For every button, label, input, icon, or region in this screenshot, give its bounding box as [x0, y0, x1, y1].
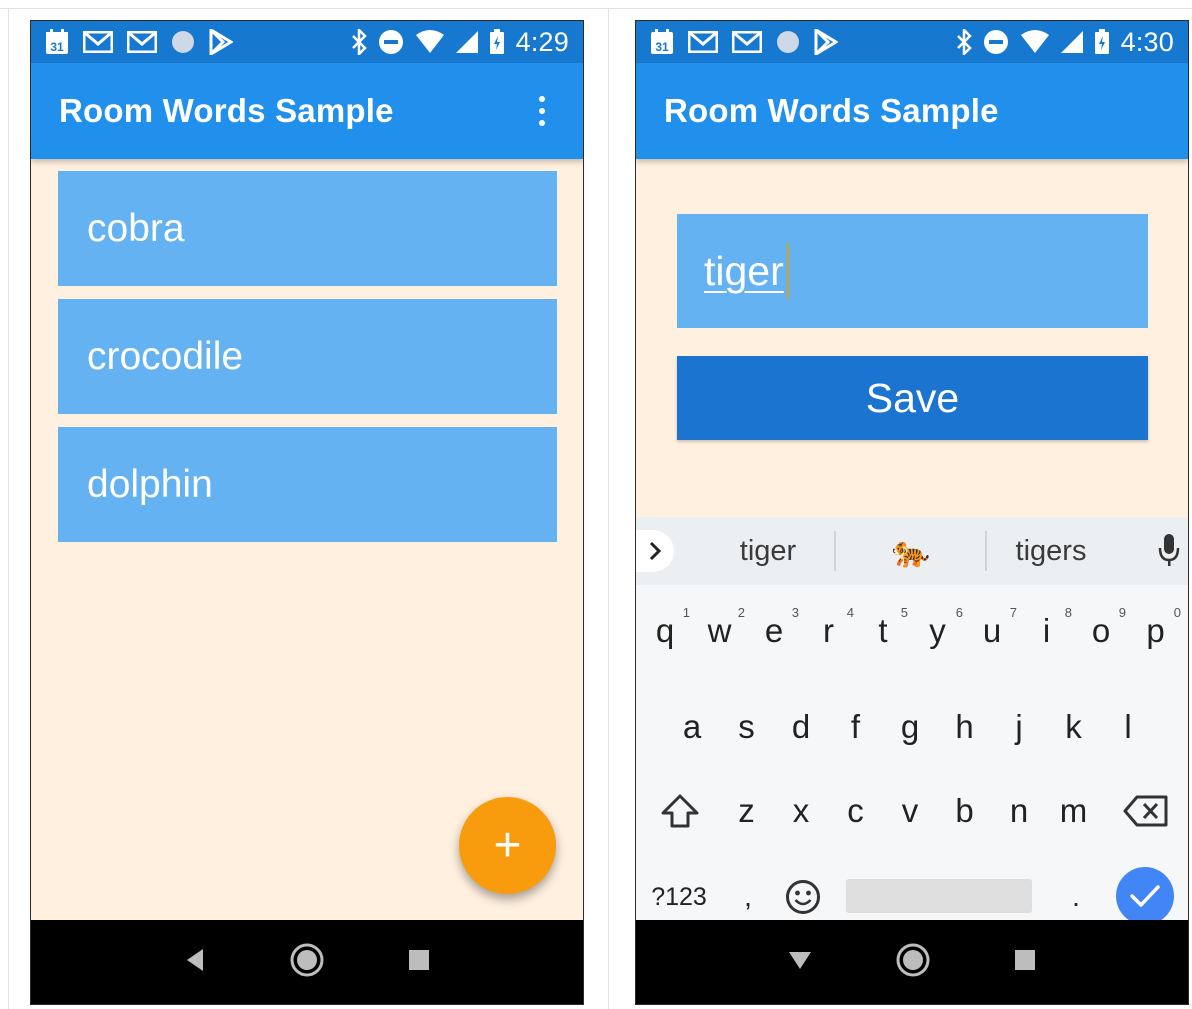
- battery-icon: [489, 29, 505, 55]
- app-bar: Room Words Sample: [31, 63, 583, 159]
- list-item[interactable]: cobra: [58, 171, 557, 286]
- key-l[interactable]: l: [1101, 697, 1155, 757]
- frame-divider-left: [8, 8, 9, 1009]
- status-time: 4:29: [515, 26, 569, 57]
- calendar-icon: 31: [45, 29, 69, 55]
- phone-screen-word-list: 31 4:29 Room Words Sample cobra crocodil…: [30, 20, 584, 1005]
- play-store-icon: [209, 29, 233, 55]
- key-e[interactable]: e3: [747, 601, 801, 661]
- key-t[interactable]: t5: [856, 601, 910, 661]
- svg-text:31: 31: [655, 40, 669, 54]
- home-icon[interactable]: [896, 943, 930, 982]
- app-title: Room Words Sample: [59, 92, 394, 129]
- svg-text:31: 31: [50, 40, 64, 54]
- key-r[interactable]: r4: [801, 601, 856, 661]
- add-word-fab[interactable]: +: [459, 797, 556, 894]
- key-d[interactable]: d: [774, 697, 828, 757]
- key-m[interactable]: m: [1046, 781, 1101, 841]
- comma-key[interactable]: ,: [728, 867, 768, 927]
- save-button[interactable]: Save: [677, 356, 1148, 440]
- suggestion-separator: [834, 531, 836, 571]
- circle-icon: [171, 30, 195, 54]
- keyboard-keys: q1 w2 e3 r4 t5 y6 u7 i8 o9 p0 a s d f g …: [636, 585, 1188, 925]
- gmail-icon: [83, 31, 113, 53]
- wifi-icon: [415, 30, 445, 54]
- bluetooth-icon: [351, 29, 367, 55]
- key-k[interactable]: k: [1046, 697, 1101, 757]
- navigation-bar: [31, 920, 583, 1004]
- circle-icon: [776, 30, 800, 54]
- microphone-icon[interactable]: [1158, 533, 1180, 572]
- key-z[interactable]: z: [719, 781, 774, 841]
- key-j[interactable]: j: [992, 697, 1046, 757]
- text-cursor: [785, 243, 790, 299]
- signal-icon: [455, 31, 478, 53]
- list-item[interactable]: crocodile: [58, 299, 557, 414]
- word-list: cobra crocodile dolphin: [58, 171, 557, 555]
- bluetooth-icon: [956, 29, 972, 55]
- phone-screen-new-word: 31 4:30 Room Words Sample tiger Save tig…: [635, 20, 1189, 1005]
- app-bar: Room Words Sample: [636, 63, 1188, 159]
- suggestion-3[interactable]: tigers: [986, 517, 1116, 585]
- navigation-bar: [636, 920, 1188, 1004]
- do-not-disturb-icon: [983, 29, 1009, 55]
- gmail-icon: [127, 31, 157, 53]
- status-time: 4:30: [1120, 26, 1174, 57]
- home-icon[interactable]: [290, 943, 324, 982]
- gmail-icon: [688, 31, 718, 53]
- calendar-icon: 31: [650, 29, 674, 55]
- key-n[interactable]: n: [992, 781, 1046, 841]
- frame-divider-middle: [608, 8, 609, 1009]
- key-x[interactable]: x: [774, 781, 828, 841]
- battery-icon: [1094, 29, 1110, 55]
- suggestion-strip: tiger 🐅 tigers: [636, 517, 1188, 585]
- list-item[interactable]: dolphin: [58, 427, 557, 542]
- suggestion-1[interactable]: tiger: [698, 517, 838, 585]
- frame-divider-top: [0, 8, 1192, 9]
- key-y[interactable]: y6: [910, 601, 965, 661]
- chevron-right-icon[interactable]: [636, 530, 674, 572]
- word-input-value: tiger: [704, 247, 784, 294]
- app-title: Room Words Sample: [664, 92, 999, 129]
- key-q[interactable]: q1: [638, 601, 692, 661]
- back-icon[interactable]: [183, 947, 207, 978]
- shift-icon[interactable]: [650, 781, 710, 841]
- key-c[interactable]: c: [828, 781, 883, 841]
- backspace-icon[interactable]: [1116, 781, 1176, 841]
- recents-icon[interactable]: [1013, 948, 1037, 977]
- gmail-icon: [732, 31, 762, 53]
- key-s[interactable]: s: [719, 697, 774, 757]
- play-store-icon: [814, 29, 838, 55]
- key-p[interactable]: p0: [1128, 601, 1183, 661]
- signal-icon: [1060, 31, 1083, 53]
- suggestion-emoji[interactable]: 🐅: [840, 517, 982, 585]
- space-bar[interactable]: [846, 879, 1032, 913]
- back-down-icon[interactable]: [787, 949, 813, 976]
- key-f[interactable]: f: [828, 697, 883, 757]
- do-not-disturb-icon: [378, 29, 404, 55]
- key-b[interactable]: b: [937, 781, 992, 841]
- symbols-key[interactable]: ?123: [644, 867, 714, 927]
- overflow-menu-icon[interactable]: [529, 88, 555, 134]
- key-w[interactable]: w2: [692, 601, 747, 661]
- emoji-icon[interactable]: [778, 867, 828, 927]
- key-v[interactable]: v: [883, 781, 937, 841]
- wifi-icon: [1020, 30, 1050, 54]
- key-u[interactable]: u7: [965, 601, 1019, 661]
- status-bar: 31: [31, 21, 583, 63]
- key-h[interactable]: h: [937, 697, 992, 757]
- key-g[interactable]: g: [883, 697, 937, 757]
- period-key[interactable]: .: [1056, 867, 1096, 927]
- key-i[interactable]: i8: [1019, 601, 1074, 661]
- key-a[interactable]: a: [665, 697, 719, 757]
- word-input[interactable]: tiger: [677, 214, 1148, 328]
- key-o[interactable]: o9: [1074, 601, 1128, 661]
- recents-icon[interactable]: [407, 948, 431, 977]
- soft-keyboard: tiger 🐅 tigers q1 w2 e3 r4 t5 y6 u7 i8 o…: [636, 517, 1188, 925]
- status-bar: 31: [636, 21, 1188, 63]
- check-icon[interactable]: [1116, 867, 1174, 925]
